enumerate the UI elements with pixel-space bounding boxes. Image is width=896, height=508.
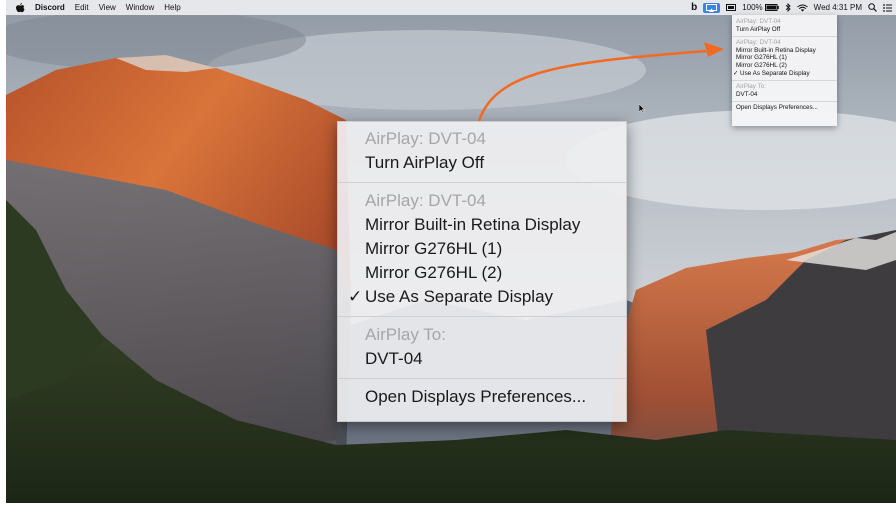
- callout-arrow: [477, 42, 724, 122]
- mouse-pointer-icon: [639, 104, 645, 113]
- desktop-screenshot: Discord Edit View Window Help b 100% Wed…: [6, 0, 896, 503]
